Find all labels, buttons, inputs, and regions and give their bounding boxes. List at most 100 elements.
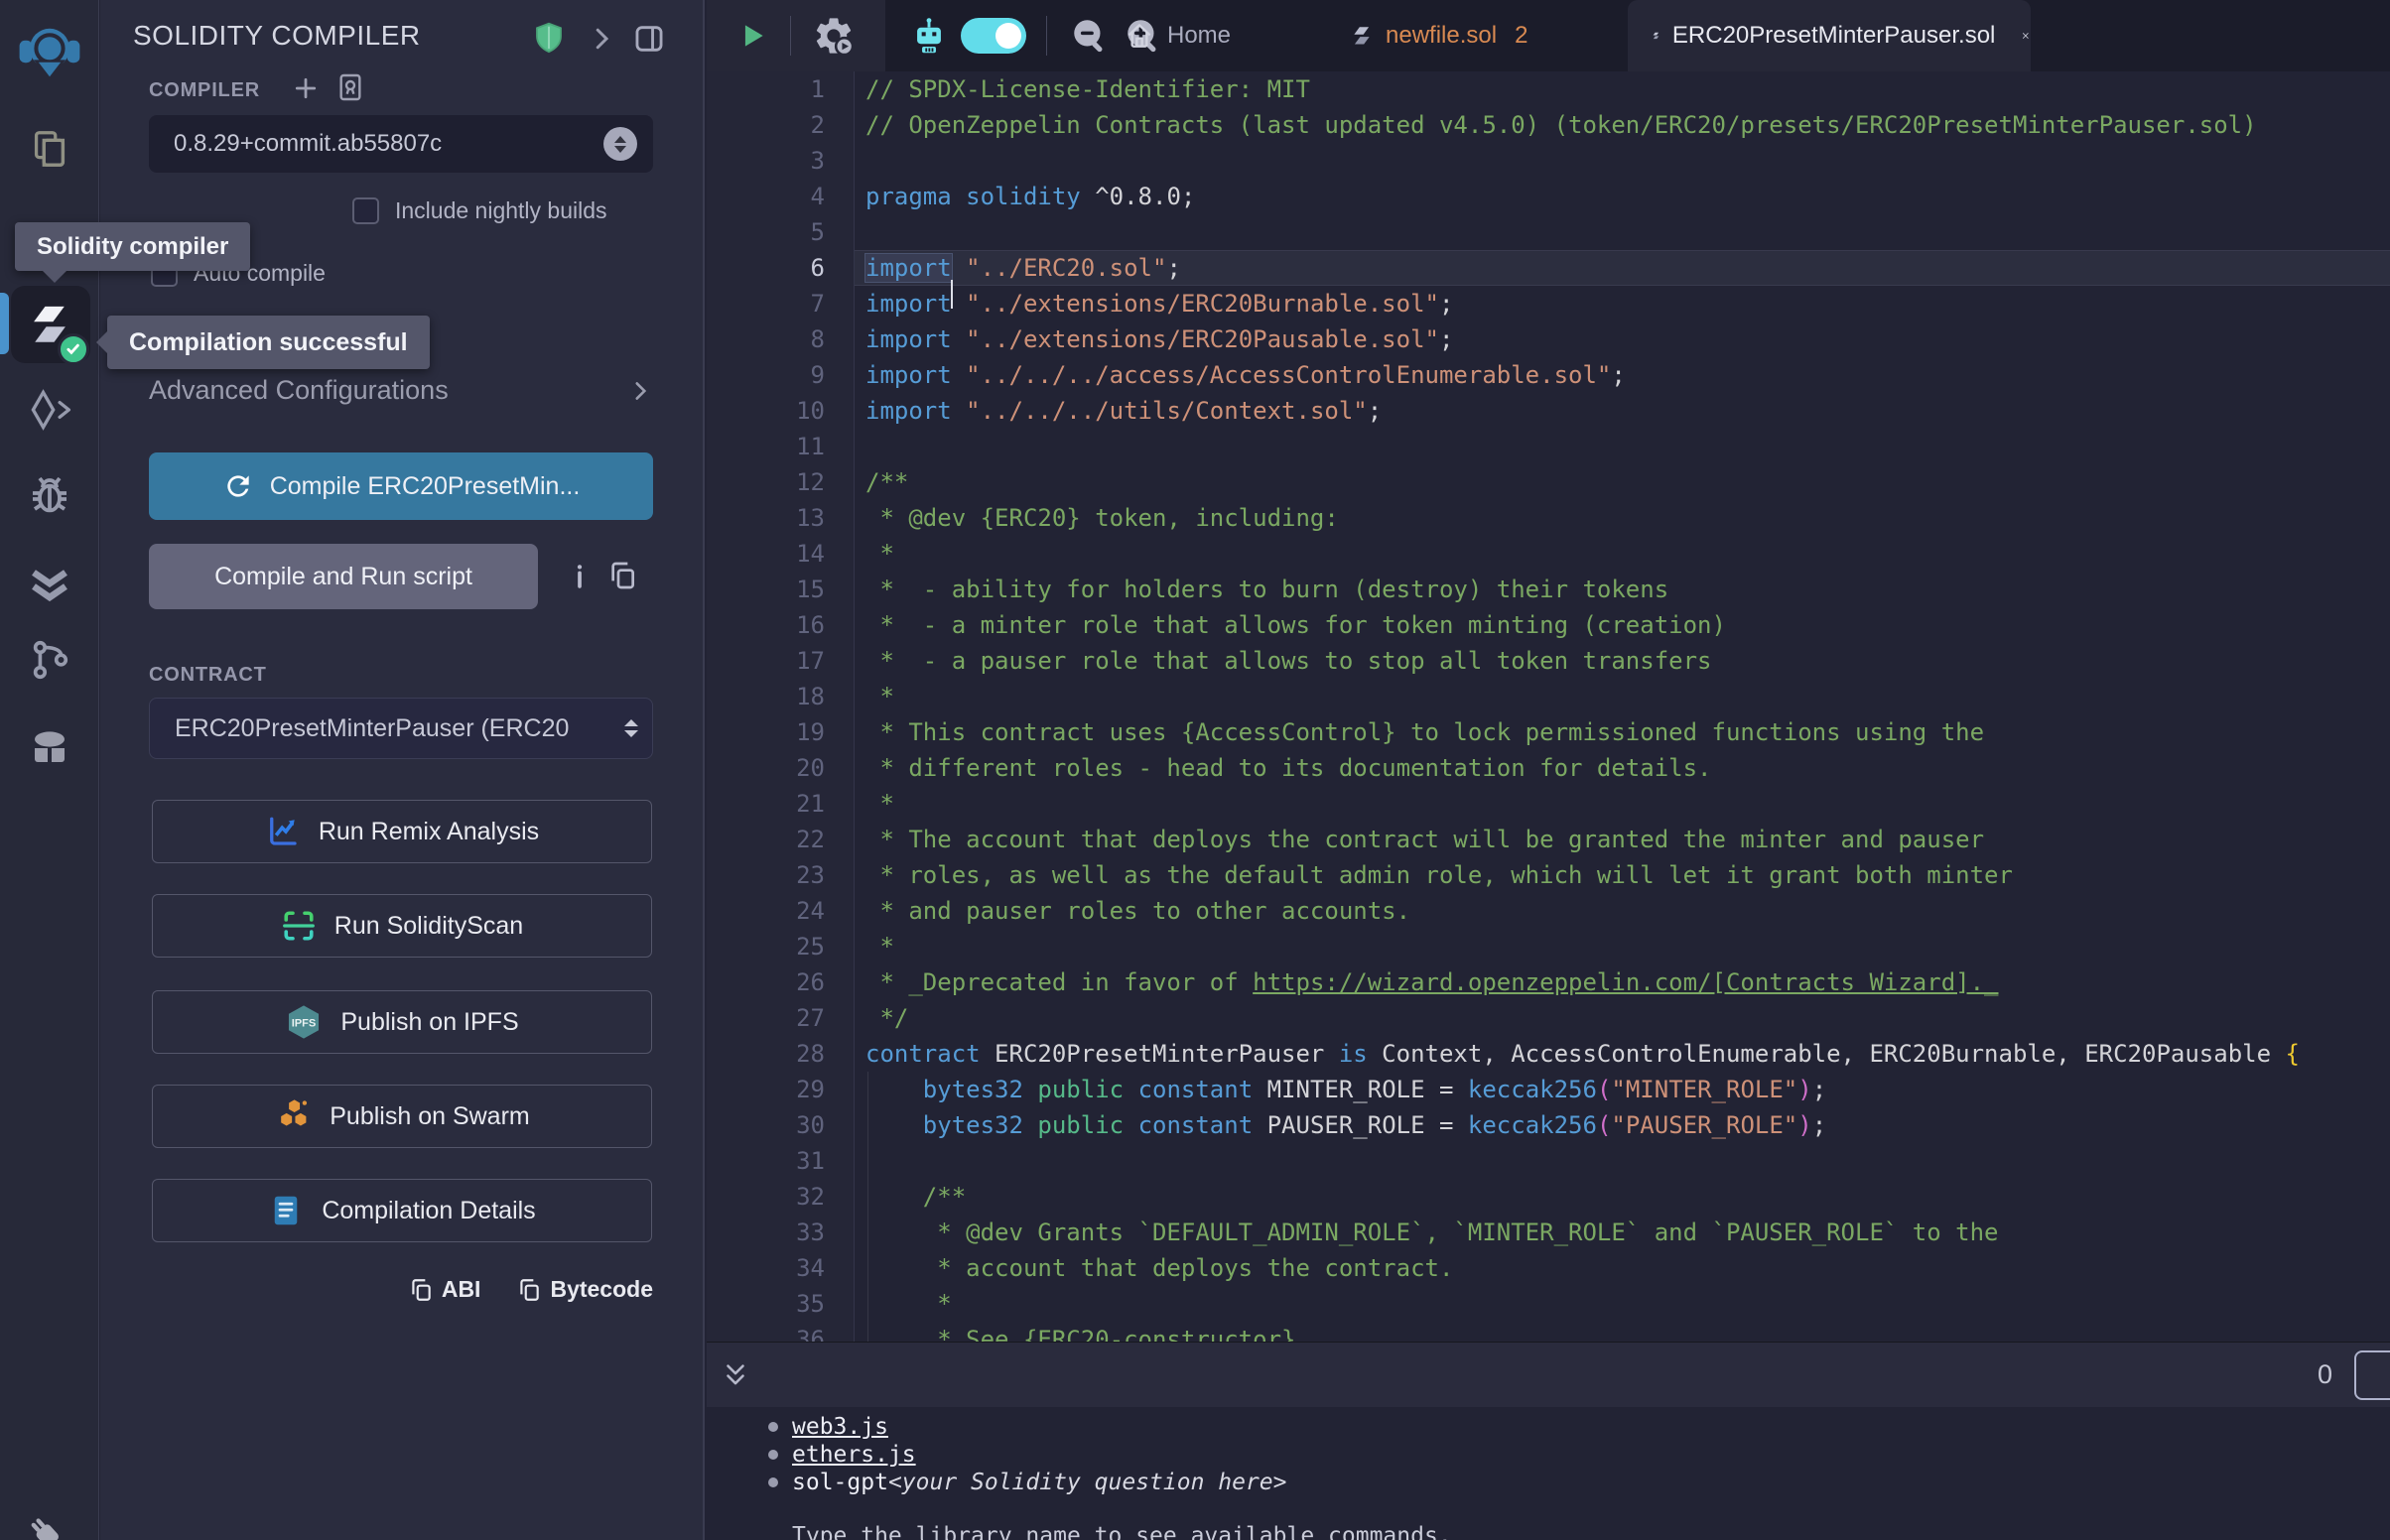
compile-and-run-button[interactable]: Compile and Run script — [149, 544, 538, 609]
copy-bytecode-button[interactable]: Bytecode — [516, 1276, 653, 1303]
copy-abi-button[interactable]: ABI — [408, 1276, 481, 1303]
nightly-builds-checkbox[interactable] — [352, 197, 379, 224]
code-line[interactable]: 23 * roles, as well as the default admin… — [707, 857, 2390, 893]
publish-ipfs-button[interactable]: IPFS Publish on IPFS — [152, 990, 652, 1054]
advanced-configurations-label: Advanced Configurations — [149, 375, 449, 406]
code-line[interactable]: 13 * @dev {ERC20} token, including: — [707, 500, 2390, 536]
line-number: 6 — [707, 250, 855, 286]
panel-collapse-chevron[interactable] — [587, 24, 616, 54]
sidebar-item-file-explorer[interactable] — [0, 109, 99, 189]
contract-section-label: CONTRACT — [149, 664, 267, 687]
close-icon[interactable] — [2021, 23, 2031, 49]
add-compiler-icon[interactable] — [291, 73, 321, 103]
sidebar-item-debugger[interactable] — [0, 456, 99, 536]
code-line[interactable]: 29 bytes32 public constant MINTER_ROLE =… — [707, 1072, 2390, 1107]
code-line[interactable]: 22 * The account that deploys the contra… — [707, 822, 2390, 857]
deploy-run-icon — [26, 386, 73, 434]
refresh-icon — [222, 470, 254, 502]
indent-guide — [867, 1072, 868, 1342]
copy-script-icon[interactable] — [606, 560, 638, 591]
code-line[interactable]: 32 /** — [707, 1179, 2390, 1215]
toggle-knob — [996, 23, 1021, 49]
terminal-link[interactable]: web3.js — [792, 1413, 888, 1441]
code-line[interactable]: 12/** — [707, 464, 2390, 500]
ai-assistant-robot-button[interactable] — [901, 0, 957, 71]
code-line[interactable]: 20 * different roles - head to its docum… — [707, 750, 2390, 786]
editor-tabbar: Home newfile.sol 2 ERC20PresetMinterPaus… — [707, 0, 2390, 71]
code-line[interactable]: 19 * This contract uses {AccessControl} … — [707, 714, 2390, 750]
terminal-header[interactable]: 0 — [707, 1342, 2390, 1407]
code-editor[interactable]: 1// SPDX-License-Identifier: MIT2// Open… — [707, 71, 2390, 1342]
code-line[interactable]: 15 * - ability for holders to burn (dest… — [707, 572, 2390, 607]
terminal-search-input[interactable] — [2354, 1350, 2390, 1400]
code-line[interactable]: 6import "../ERC20.sol"; — [707, 250, 2390, 286]
code-line[interactable]: 7import "../extensions/ERC20Burnable.sol… — [707, 286, 2390, 321]
code-line[interactable]: 21 * — [707, 786, 2390, 822]
sidebar-item-plugin-manager[interactable] — [0, 707, 99, 787]
run-script-play-button[interactable] — [730, 0, 774, 71]
code-line[interactable]: 25 * — [707, 929, 2390, 964]
tab-active-file[interactable]: ERC20PresetMinterPauser.sol — [1628, 0, 2031, 71]
line-number: 15 — [707, 572, 855, 607]
code-line[interactable]: 31 — [707, 1143, 2390, 1179]
expand-terminal-icon[interactable] — [721, 1360, 750, 1390]
code-line[interactable]: 16 * - a minter role that allows for tok… — [707, 607, 2390, 643]
code-line[interactable]: 34 * account that deploys the contract. — [707, 1250, 2390, 1286]
line-number: 9 — [707, 357, 855, 393]
advanced-configurations-header[interactable]: Advanced Configurations — [149, 375, 653, 406]
contract-select[interactable]: ERC20PresetMinterPauser (ERC20 — [149, 698, 653, 759]
code-line[interactable]: 28contract ERC20PresetMinterPauser is Co… — [707, 1036, 2390, 1072]
code-line[interactable]: 30 bytes32 public constant PAUSER_ROLE =… — [707, 1107, 2390, 1143]
sidebar-item-git[interactable] — [0, 620, 99, 700]
remix-logo[interactable] — [0, 12, 99, 91]
compile-button[interactable]: Compile ERC20PresetMin... — [149, 452, 653, 520]
code-line[interactable]: 18 * — [707, 679, 2390, 714]
terminal-output: web3.jsethers.jssol-gpt <your Solidity q… — [707, 1407, 2390, 1540]
compiler-config-file-icon[interactable] — [334, 71, 366, 103]
code-line[interactable]: 4pragma solidity ^0.8.0; — [707, 179, 2390, 214]
code-line[interactable]: 3 — [707, 143, 2390, 179]
compilation-details-button[interactable]: Compilation Details — [152, 1179, 652, 1242]
sidebar-item-settings[interactable] — [0, 1498, 99, 1540]
divider — [790, 16, 791, 56]
code-line[interactable]: 24 * and pauser roles to other accounts. — [707, 893, 2390, 929]
sidebar-item-deploy-run[interactable] — [0, 370, 99, 449]
line-number: 13 — [707, 500, 855, 536]
code-line[interactable]: 2// OpenZeppelin Contracts (last updated… — [707, 107, 2390, 143]
tab-home[interactable]: Home — [1124, 0, 1231, 71]
details-document-icon — [268, 1193, 304, 1228]
code-line[interactable]: 35 * — [707, 1286, 2390, 1322]
line-number: 19 — [707, 714, 855, 750]
zoom-out-button[interactable] — [1062, 0, 1118, 71]
tab-newfile[interactable]: newfile.sol 2 — [1350, 0, 1527, 71]
publish-swarm-button[interactable]: Publish on Swarm — [152, 1085, 652, 1148]
code-line[interactable]: 26 * _Deprecated in favor of https://wiz… — [707, 964, 2390, 1000]
run-solidityscan-label: Run SolidityScan — [334, 912, 523, 941]
line-number: 30 — [707, 1107, 855, 1143]
run-solidityscan-button[interactable]: Run SolidityScan — [152, 894, 652, 958]
code-line[interactable]: 5 — [707, 214, 2390, 250]
script-config-gear-button[interactable] — [802, 0, 865, 71]
line-number: 7 — [707, 286, 855, 321]
code-line[interactable]: 1// SPDX-License-Identifier: MIT — [707, 71, 2390, 107]
code-line[interactable]: 9import "../../../access/AccessControlEn… — [707, 357, 2390, 393]
code-line[interactable]: 27 */ — [707, 1000, 2390, 1036]
compiler-version-select[interactable]: 0.8.29+commit.ab55807c — [149, 115, 653, 173]
code-line[interactable]: 33 * @dev Grants `DEFAULT_ADMIN_ROLE`, `… — [707, 1215, 2390, 1250]
line-number: 36 — [707, 1322, 855, 1342]
code-line[interactable]: 11 — [707, 429, 2390, 464]
terminal-link[interactable]: ethers.js — [792, 1441, 916, 1469]
split-panel-icon[interactable] — [632, 22, 666, 56]
divider — [1046, 16, 1047, 56]
code-line[interactable]: 10import "../../../utils/Context.sol"; — [707, 393, 2390, 429]
code-line[interactable]: 17 * - a pauser role that allows to stop… — [707, 643, 2390, 679]
info-icon[interactable] — [563, 560, 597, 593]
ai-toggle[interactable] — [961, 18, 1026, 54]
code-line[interactable]: 8import "../extensions/ERC20Pausable.sol… — [707, 321, 2390, 357]
tab-newfile-badge: 2 — [1515, 22, 1527, 50]
code-line[interactable]: 14 * — [707, 536, 2390, 572]
code-line[interactable]: 36 * See {ERC20-constructor}. — [707, 1322, 2390, 1342]
run-remix-analysis-button[interactable]: Run Remix Analysis — [152, 800, 652, 863]
tab-home-label: Home — [1167, 22, 1231, 50]
sidebar-item-unit-testing[interactable] — [0, 544, 99, 623]
